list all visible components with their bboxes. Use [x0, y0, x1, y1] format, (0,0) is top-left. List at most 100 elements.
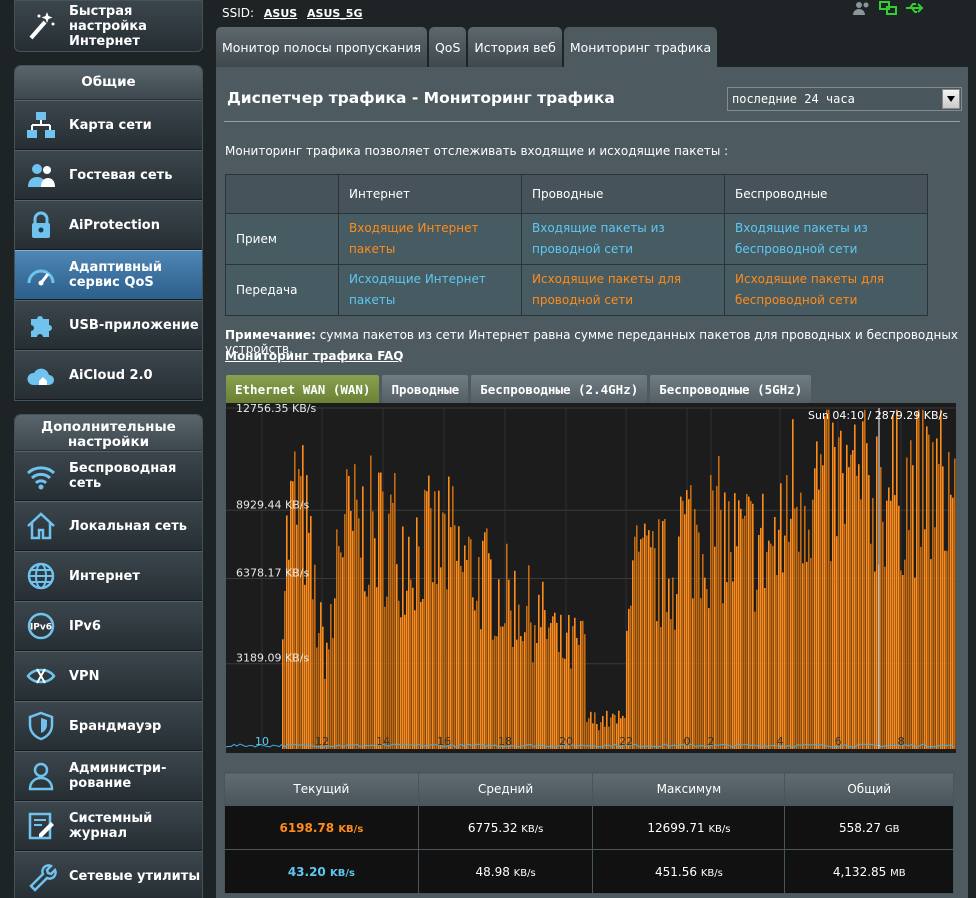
rx-bar [406, 590, 408, 749]
sidebar-item-puzzle[interactable]: USB-приложение [15, 300, 202, 350]
advanced-title: Дополнительные настройки [15, 415, 202, 451]
rx-bar [304, 584, 306, 749]
chevron-down-icon[interactable] [942, 89, 960, 109]
stats-cell: 43.20 KB/s [224, 849, 419, 894]
tab-qos[interactable]: QoS [428, 27, 467, 67]
stats-value: 43.20 [287, 864, 326, 879]
quick-internet-setup[interactable]: Быстрая настройка Интернет [14, 0, 203, 52]
stats-header-max: Максимум [592, 772, 786, 806]
stats-cell: 4,132.85 MB [784, 849, 954, 894]
chart-tabs: Ethernet WAN (WAN) Проводные Беспроводны… [226, 375, 812, 403]
sidebar-item-shield[interactable]: Брандмауэр [15, 701, 202, 751]
rx-bar [542, 581, 544, 749]
sidebar-item-label: Брандмауэр [69, 718, 162, 734]
clients-icon[interactable] [852, 0, 872, 16]
rx-bar [594, 712, 596, 749]
rx-bar [858, 464, 860, 749]
sidebar-item-lock[interactable]: AiProtection [15, 200, 202, 250]
rx-bar [656, 621, 658, 749]
ssid-2g-link[interactable]: ASUS [264, 7, 297, 20]
chart-tab-wired[interactable]: Проводные [382, 375, 469, 403]
lock-icon [25, 209, 57, 241]
matrix-col-wired: Проводные [521, 174, 725, 214]
stats-value: 6198.78 [279, 820, 335, 835]
rx-bar [806, 561, 808, 749]
sidebar-item-guest-network[interactable]: Гостевая сеть [15, 150, 202, 200]
rx-bar [490, 559, 492, 749]
rx-bar [402, 526, 404, 749]
rx-bar [902, 574, 904, 749]
rx-bar [784, 535, 786, 749]
rx-bar [930, 559, 932, 749]
sidebar-item-gauge[interactable]: Адаптивный сервис QoS [15, 250, 202, 300]
page-title: Диспетчер трафика - Мониторинг трафика [227, 89, 615, 107]
rx-bar [760, 527, 762, 749]
rx-bar [284, 591, 286, 749]
stats-header-total: Общий [784, 772, 954, 806]
chart-tab-wireless-24[interactable]: Беспроводные (2.4GHz) [471, 375, 648, 403]
home-icon [25, 510, 57, 542]
rx-bar [634, 536, 636, 749]
tab-web-history[interactable]: История веб [468, 27, 562, 67]
faq-link[interactable]: Мониторинг трафика FAQ [225, 349, 404, 363]
rx-bar [712, 490, 714, 749]
rx-bar [416, 517, 418, 749]
rx-bar [808, 529, 810, 749]
svg-text:IPv6: IPv6 [30, 623, 52, 633]
time-range-select[interactable]: последние 24 часа [727, 87, 962, 111]
rx-bar [752, 503, 754, 749]
rx-bar [440, 567, 442, 749]
sidebar-item-tools[interactable]: Сетевые утилиты [15, 851, 202, 898]
rx-bar [868, 475, 870, 749]
quick-setup-label: Быстрая настройка Интернет [69, 3, 147, 49]
ssid-row: SSID: ASUS ASUS_5G [222, 6, 363, 20]
rx-bar [884, 566, 886, 749]
rx-bar [332, 638, 334, 749]
rx-bar [932, 442, 934, 749]
rx-bar [494, 635, 496, 749]
rx-bar [916, 412, 918, 749]
sidebar-item-ipv6-globe[interactable]: IPv6 IPv6 [15, 601, 202, 651]
sidebar-item-admin-user[interactable]: Администри-рование [15, 751, 202, 801]
rx-bar [436, 584, 438, 749]
tab-bandwidth-monitor[interactable]: Монитор полосы пропускания [216, 27, 427, 67]
rx-bar [678, 536, 680, 749]
rx-bar [936, 438, 938, 749]
traffic-chart[interactable]: 12756.35 KB/s 8929.44 KB/s 6378.17 KB/s 318… [226, 403, 956, 753]
rx-bar [770, 543, 772, 749]
monitor-description: Мониторинг трафика позволяет отслеживать… [225, 144, 729, 158]
ssid-5g-link[interactable]: ASUS_5G [307, 7, 362, 20]
sidebar-item-home[interactable]: Локальная сеть [15, 501, 202, 551]
rx-bar [894, 495, 896, 749]
rx-bar [590, 711, 592, 749]
rx-bar [776, 575, 778, 749]
rx-bar [578, 644, 580, 749]
rx-bar [458, 526, 460, 749]
rx-bar [610, 717, 612, 749]
rx-bar [524, 632, 526, 749]
sidebar-item-vpn[interactable]: VPN [15, 651, 202, 701]
sidebar-item-label: Системный журнал [69, 811, 153, 841]
network-status-icon[interactable] [878, 0, 898, 16]
tab-traffic-monitor[interactable]: Мониторинг трафика [563, 27, 718, 67]
rx-bar [834, 446, 836, 749]
stats-value: 12699.71 [647, 820, 705, 835]
rx-bar [348, 475, 350, 749]
rx-bar [854, 424, 856, 749]
sidebar-item-log[interactable]: Системный журнал [15, 801, 202, 851]
rx-bar [686, 490, 688, 749]
general-group: Общие Карта сети Гостевая сеть AiProtectio… [14, 65, 203, 401]
usb-status-icon[interactable] [904, 0, 924, 16]
rx-bar [832, 422, 834, 749]
sidebar-item-cloud-house[interactable]: AiCloud 2.0 [15, 350, 202, 400]
y-tick-label: 6378.17 KB/s [236, 567, 309, 580]
chart-tab-wireless-5[interactable]: Беспроводные (5GHz) [650, 375, 812, 403]
sidebar-item-network-map[interactable]: Карта сети [15, 100, 202, 150]
chart-tab-wan[interactable]: Ethernet WAN (WAN) [226, 375, 380, 403]
x-tick-label: 10 [255, 735, 269, 748]
sidebar-item-wifi[interactable]: Беспроводная сеть [15, 451, 202, 501]
rx-bar [778, 529, 780, 749]
rx-bar [462, 571, 464, 749]
sidebar-item-globe[interactable]: Интернет [15, 551, 202, 601]
stats-cell: 558.27 GB [784, 805, 954, 850]
